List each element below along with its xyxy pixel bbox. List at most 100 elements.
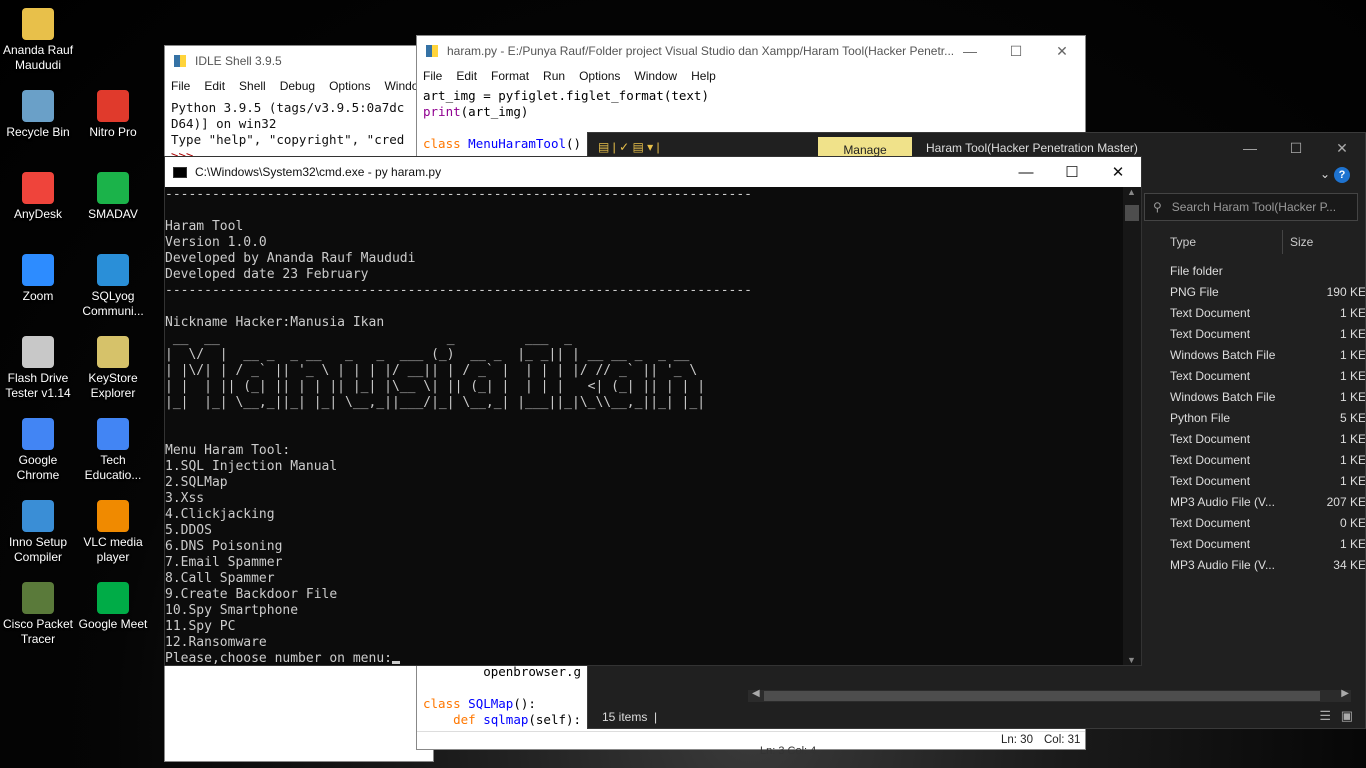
menu-item-windo[interactable]: Windo <box>384 76 418 96</box>
desktop-icon[interactable]: SQLyog Communi... <box>75 254 151 319</box>
desktop-icon-label: VLC media player <box>83 535 143 564</box>
maximize-icon[interactable]: ☐ <box>1273 133 1319 163</box>
idle-shell-output[interactable]: Python 3.9.5 (tags/v3.9.5:0a7dc D64)] on… <box>171 100 404 164</box>
terminal-output[interactable]: ----------------------------------------… <box>165 187 1123 665</box>
file-row[interactable]: Text Document 1 KE <box>1170 306 1365 327</box>
chevron-down-icon[interactable]: ⌄ <box>1320 167 1330 181</box>
file-row[interactable]: MP3 Audio File (V... 207 KE <box>1170 495 1366 516</box>
menu-item-format[interactable]: Format <box>491 66 529 86</box>
file-size: 1 KE <box>1339 537 1366 551</box>
menu-item-run[interactable]: Run <box>543 66 565 86</box>
file-size: 207 KE <box>1326 495 1366 509</box>
file-row[interactable]: MP3 Audio File (V... 34 KE <box>1170 558 1365 579</box>
menu-item-edit[interactable]: Edit <box>204 76 225 96</box>
file-size: 1 KE <box>1339 348 1366 362</box>
desktop-icon-label: Inno Setup Compiler <box>8 535 68 564</box>
minimize-icon[interactable]: — <box>1003 157 1049 187</box>
file-row[interactable]: Text Document 1 KE <box>1170 369 1365 390</box>
desktop-icon-label: SQLyog Communi... <box>82 289 144 318</box>
file-row[interactable]: Windows Batch File 1 KE <box>1170 390 1366 411</box>
idle-titlebar[interactable]: IDLE Shell 3.9.5 <box>165 46 433 76</box>
code-classname: MenuHaramTool <box>468 136 567 151</box>
file-row[interactable]: Text Document 1 KE <box>1170 474 1365 495</box>
editor-code-bottom[interactable]: openbrowser.g class SQLMap(): def sqlmap… <box>423 664 581 728</box>
large-icons-view-icon[interactable]: ▣ <box>1341 708 1353 724</box>
desktop-icon-label: Cisco Packet Tracer <box>2 617 74 646</box>
vertical-scrollbar[interactable]: ▲ ▼ <box>1123 187 1141 665</box>
file-row[interactable]: PNG File 190 KE <box>1170 285 1365 306</box>
menu-option: 4.Clickjacking <box>165 507 275 522</box>
desktop-icon[interactable]: SMADAV <box>75 172 151 222</box>
scroll-left-icon[interactable]: ◀ <box>752 688 760 699</box>
quick-access-toolbar-icon[interactable]: ▤ | ✓ ▤ ▾ | <box>598 140 660 154</box>
minimize-icon[interactable]: — <box>947 36 993 66</box>
file-row[interactable]: File folder <box>1170 264 1365 285</box>
file-row[interactable]: Text Document 1 KE <box>1170 432 1365 453</box>
file-row[interactable]: Text Document 1 KE <box>1170 453 1365 474</box>
code-keyword: def <box>453 712 476 727</box>
menu-item-options[interactable]: Options <box>579 66 620 86</box>
close-icon[interactable]: ✕ <box>1039 36 1085 66</box>
search-input[interactable]: ⚲ Search Haram Tool(Hacker P... <box>1144 193 1358 221</box>
file-row[interactable]: Text Document 1 KE <box>1170 327 1365 348</box>
flash-drive-icon <box>22 336 54 368</box>
chrome-icon <box>22 418 54 450</box>
code-classname: SQLMap <box>468 696 514 711</box>
desktop-icon[interactable]: Ananda Rauf Maududi <box>0 8 76 73</box>
column-header-type[interactable]: Type <box>1170 235 1196 249</box>
desktop-icon[interactable]: Nitro Pro <box>75 90 151 140</box>
code-text: (): <box>513 696 536 711</box>
close-icon[interactable]: ✕ <box>1095 157 1141 187</box>
scrollbar-thumb[interactable] <box>1125 205 1139 221</box>
column-divider[interactable] <box>1282 230 1283 254</box>
file-row[interactable]: Text Document 1 KE <box>1170 537 1366 558</box>
menu-item-debug[interactable]: Debug <box>280 76 315 96</box>
desktop-icon[interactable]: Inno Setup Compiler <box>0 500 76 565</box>
menu-item-options[interactable]: Options <box>329 76 370 96</box>
scroll-right-icon[interactable]: ▶ <box>1341 688 1349 699</box>
desktop-icon[interactable]: Cisco Packet Tracer <box>0 582 76 647</box>
desktop-icon[interactable]: Tech Educatio... <box>75 418 151 483</box>
menu-item-file[interactable]: File <box>171 76 190 96</box>
desktop-icon[interactable]: Zoom <box>0 254 76 304</box>
column-header-size[interactable]: Size <box>1290 235 1313 249</box>
cmd-title: C:\Windows\System32\cmd.exe - py haram.p… <box>195 165 442 179</box>
desktop-icon[interactable]: KeyStore Explorer <box>75 336 151 401</box>
file-type: Text Document <box>1170 474 1251 488</box>
desktop-icon[interactable]: AnyDesk <box>0 172 76 222</box>
developer: Developed by Ananda Rauf Maududi <box>165 251 416 266</box>
file-size: 0 KE <box>1339 516 1366 530</box>
file-type: Python File <box>1170 411 1231 425</box>
horizontal-scrollbar[interactable]: ◀ ▶ <box>748 688 1351 702</box>
close-icon[interactable]: ✕ <box>1319 133 1365 163</box>
details-view-icon[interactable]: ☰ <box>1319 708 1331 724</box>
file-size: 1 KE <box>1339 390 1366 404</box>
desktop-icon[interactable]: Google Chrome <box>0 418 76 483</box>
desktop-icon[interactable]: Flash Drive Tester v1.14 <box>0 336 76 401</box>
file-type: PNG File <box>1170 285 1219 299</box>
menu-item-shell[interactable]: Shell <box>239 76 266 96</box>
maximize-icon[interactable]: ☐ <box>993 36 1039 66</box>
menu-item-edit[interactable]: Edit <box>456 66 477 86</box>
desktop-icon[interactable]: Recycle Bin <box>0 90 76 140</box>
desktop-icon-label: Tech Educatio... <box>84 453 142 482</box>
scrollbar-thumb[interactable] <box>764 691 1320 701</box>
menu-item-window[interactable]: Window <box>634 66 677 86</box>
desktop-icon[interactable]: Google Meet <box>75 582 151 632</box>
menu-option: 6.DNS Poisoning <box>165 539 283 554</box>
desktop-icon[interactable]: VLC media player <box>75 500 151 565</box>
file-row[interactable]: Text Document 0 KE <box>1170 516 1366 537</box>
menu-item-file[interactable]: File <box>423 66 442 86</box>
file-row[interactable]: Windows Batch File 1 KE <box>1170 348 1366 369</box>
scroll-up-icon[interactable]: ▲ <box>1127 187 1136 197</box>
minimize-icon[interactable]: — <box>1227 133 1273 163</box>
cmd-titlebar[interactable]: C:\Windows\System32\cmd.exe - py haram.p… <box>165 157 1141 187</box>
maximize-icon[interactable]: ☐ <box>1049 157 1095 187</box>
file-row[interactable]: Python File 5 KE <box>1170 411 1365 432</box>
python-icon <box>426 45 438 57</box>
scroll-down-icon[interactable]: ▼ <box>1127 655 1136 665</box>
desktop-icon-label: SMADAV <box>88 207 138 221</box>
menu-item-help[interactable]: Help <box>691 66 716 86</box>
cmd-window[interactable]: C:\Windows\System32\cmd.exe - py haram.p… <box>164 156 1142 666</box>
help-icon[interactable]: ? <box>1334 167 1350 183</box>
